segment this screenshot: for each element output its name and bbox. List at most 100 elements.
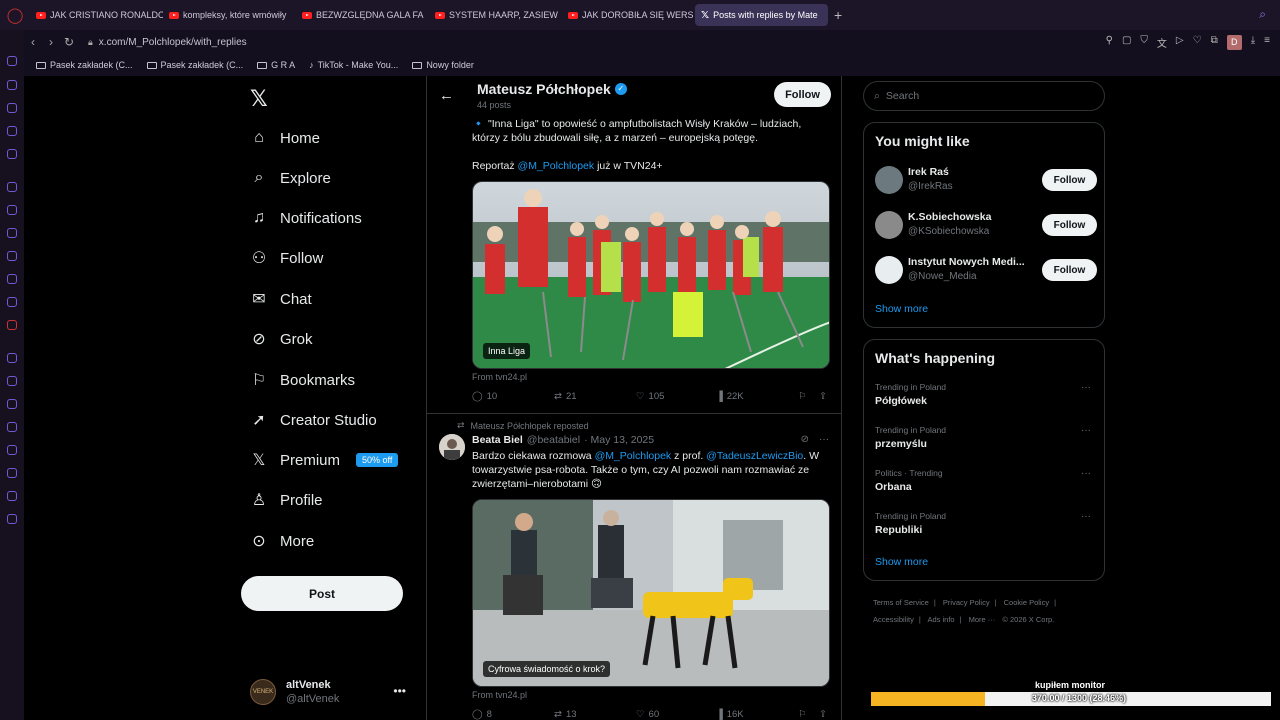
follow-button[interactable]: Follow [774,82,831,107]
x-logo-icon[interactable]: 𝕏 [250,86,268,112]
forward-icon[interactable]: › [42,35,60,49]
suggestion-item[interactable]: Instytut Nowych Medi... @Nowe_Media Foll… [875,254,1097,286]
snapshot-icon[interactable]: ▢ [1122,35,1131,50]
bookmark-item[interactable]: ♪ TikTok - Make You... [309,60,398,70]
back-icon[interactable]: ‹ [24,35,42,49]
more-dots-icon[interactable]: ··· [1081,382,1091,393]
nav-item-home[interactable]: ⌂ Home [250,124,320,152]
trend-item[interactable]: Trending in Poland przemyślu ··· [875,425,1097,450]
lock-icon[interactable]: 🔒︎ [88,37,93,48]
browser-profile-avatar[interactable]: D [1226,35,1242,50]
footer-link[interactable]: More ··· [969,615,996,624]
more-dots-icon[interactable]: ••• [393,684,406,698]
bookmark-item[interactable]: G R A [257,60,295,70]
nav-item-chat[interactable]: ✉ Chat [250,285,311,313]
browser-tab[interactable]: BEZWZGLĘDNA GALA FA [296,4,429,26]
more-dots-icon[interactable]: ··· [1081,425,1091,436]
sidebar-app-icon[interactable] [7,399,17,409]
avatar[interactable] [875,256,903,284]
send-icon[interactable]: ▷ [1176,35,1184,50]
browser-tab[interactable]: kompleksy, które wmówiły [163,4,296,26]
link-source[interactable]: From tvn24.pl [472,372,527,382]
trend-item[interactable]: Trending in Poland Półgłówek ··· [875,382,1097,407]
views-button[interactable]: ▐ 22K [716,391,744,402]
author-handle[interactable]: @beatabiel [527,434,580,446]
sidebar-app-icon[interactable] [7,228,17,238]
sidebar-app-icon[interactable] [7,56,17,66]
repost-label[interactable]: Mateusz Półchłopek reposted [471,421,589,431]
tweet-media-image[interactable]: Cyfrowa świadomość o krok? [472,499,830,687]
sidebar-app-icon[interactable] [7,126,17,136]
more-dots-icon[interactable]: ··· [1081,511,1091,522]
sidebar-app-icon[interactable] [7,103,17,113]
nav-item-more[interactable]: ⊙ More [250,527,314,555]
trend-item[interactable]: Trending in Poland Republiki ··· [875,511,1097,536]
suggestion-item[interactable]: Irek Raś @IrekRas Follow [875,164,1097,196]
mention-link[interactable]: @M_Polchlopek [595,450,672,462]
footer-link[interactable]: Accessibility [873,615,914,624]
sidebar-app-icon[interactable] [7,320,17,330]
footer-link[interactable]: Cookie Policy [1004,598,1049,607]
avatar[interactable] [875,211,903,239]
sidebar-app-icon[interactable] [7,422,17,432]
share-button[interactable]: ⇪ [819,391,827,402]
browser-tab-active[interactable]: 𝕏 Posts with replies by Mate [695,4,828,26]
follow-button[interactable]: Follow [1042,259,1097,281]
url-field[interactable]: x.com/M_Polchlopek/with_replies [99,37,247,48]
extensions-icon[interactable]: ⧉ [1211,35,1218,50]
mention-link[interactable]: @M_Polchlopek [518,160,595,172]
grok-icon[interactable]: ⊘ [801,434,809,445]
pin-icon[interactable]: ⚲ [1106,35,1113,50]
nav-item-explore[interactable]: ⌕ Explore [250,164,331,192]
reply-button[interactable]: ◯ 8 [472,709,492,720]
sidebar-app-icon[interactable] [7,376,17,386]
footer-link[interactable]: Ads info [927,615,954,624]
nav-item-premium[interactable]: 𝕏 Premium 50% off [250,446,399,474]
views-button[interactable]: ▐ 16K [716,709,744,720]
mention-link[interactable]: @TadeuszLewiczBio [706,450,803,462]
nav-item-profile[interactable]: ♙ Profile [250,486,323,514]
more-dots-icon[interactable]: ··· [1081,468,1091,479]
bookmark-item[interactable]: Nowy folder [412,60,474,70]
bookmark-item[interactable]: Pasek zakładek (C... [36,60,133,70]
show-more-link[interactable]: Show more [875,556,928,568]
bookmark-item[interactable]: Pasek zakładek (C... [146,60,243,70]
nav-item-bookmarks[interactable]: ⚐ Bookmarks [250,366,355,394]
author-name[interactable]: Beata Biel [472,434,523,446]
sidebar-app-icon[interactable] [7,297,17,307]
sidebar-app-icon[interactable] [7,491,17,501]
browser-tab[interactable]: SYSTEM HAARP, ZASIEW [429,4,562,26]
trend-item[interactable]: Politics · Trending Orbana ··· [875,468,1097,493]
sidebar-app-icon[interactable] [7,182,17,192]
search-input[interactable]: ⌕ Search [863,81,1105,111]
nav-item-notifications[interactable]: ♫ Notifications [250,204,362,232]
browser-tab[interactable]: JAK DOROBIŁA SIĘ WERS [562,4,695,26]
back-arrow-icon[interactable]: ← [439,87,454,104]
tweet-date[interactable]: · May 13, 2025 [584,434,654,446]
new-tab-icon[interactable]: + [834,7,842,23]
avatar[interactable] [439,434,465,460]
tweet-media-image[interactable]: Inna Liga [472,181,830,369]
heart-icon[interactable]: ♡ [1193,35,1202,50]
footer-link[interactable]: Terms of Service [873,598,929,607]
follow-button[interactable]: Follow [1042,169,1097,191]
opera-logo-icon[interactable]: ◯ [0,0,30,30]
repost-button[interactable]: ⇄ 13 [554,709,577,720]
bookmark-button[interactable]: ⚐ [798,709,807,720]
repost-button[interactable]: ⇄ 21 [554,391,577,402]
tab-search-icon[interactable]: ⌕ [1259,7,1266,22]
download-icon[interactable]: ⤓ [1251,35,1255,50]
post-button[interactable]: Post [241,576,403,611]
account-switcher[interactable]: VENEK altVenek @altVenek ••• [250,674,420,710]
bookmark-button[interactable]: ⚐ [798,391,807,402]
sidebar-app-icon[interactable] [7,514,17,524]
shield-icon[interactable]: ⛉ [1140,35,1148,50]
sidebar-app-icon[interactable] [7,251,17,261]
link-source[interactable]: From tvn24.pl [472,690,527,700]
footer-link[interactable]: Privacy Policy [943,598,990,607]
sidebar-app-icon[interactable] [7,149,17,159]
more-dots-icon[interactable]: ··· [819,434,829,445]
follow-button[interactable]: Follow [1042,214,1097,236]
show-more-link[interactable]: Show more [875,303,928,315]
sidebar-app-icon[interactable] [7,445,17,455]
